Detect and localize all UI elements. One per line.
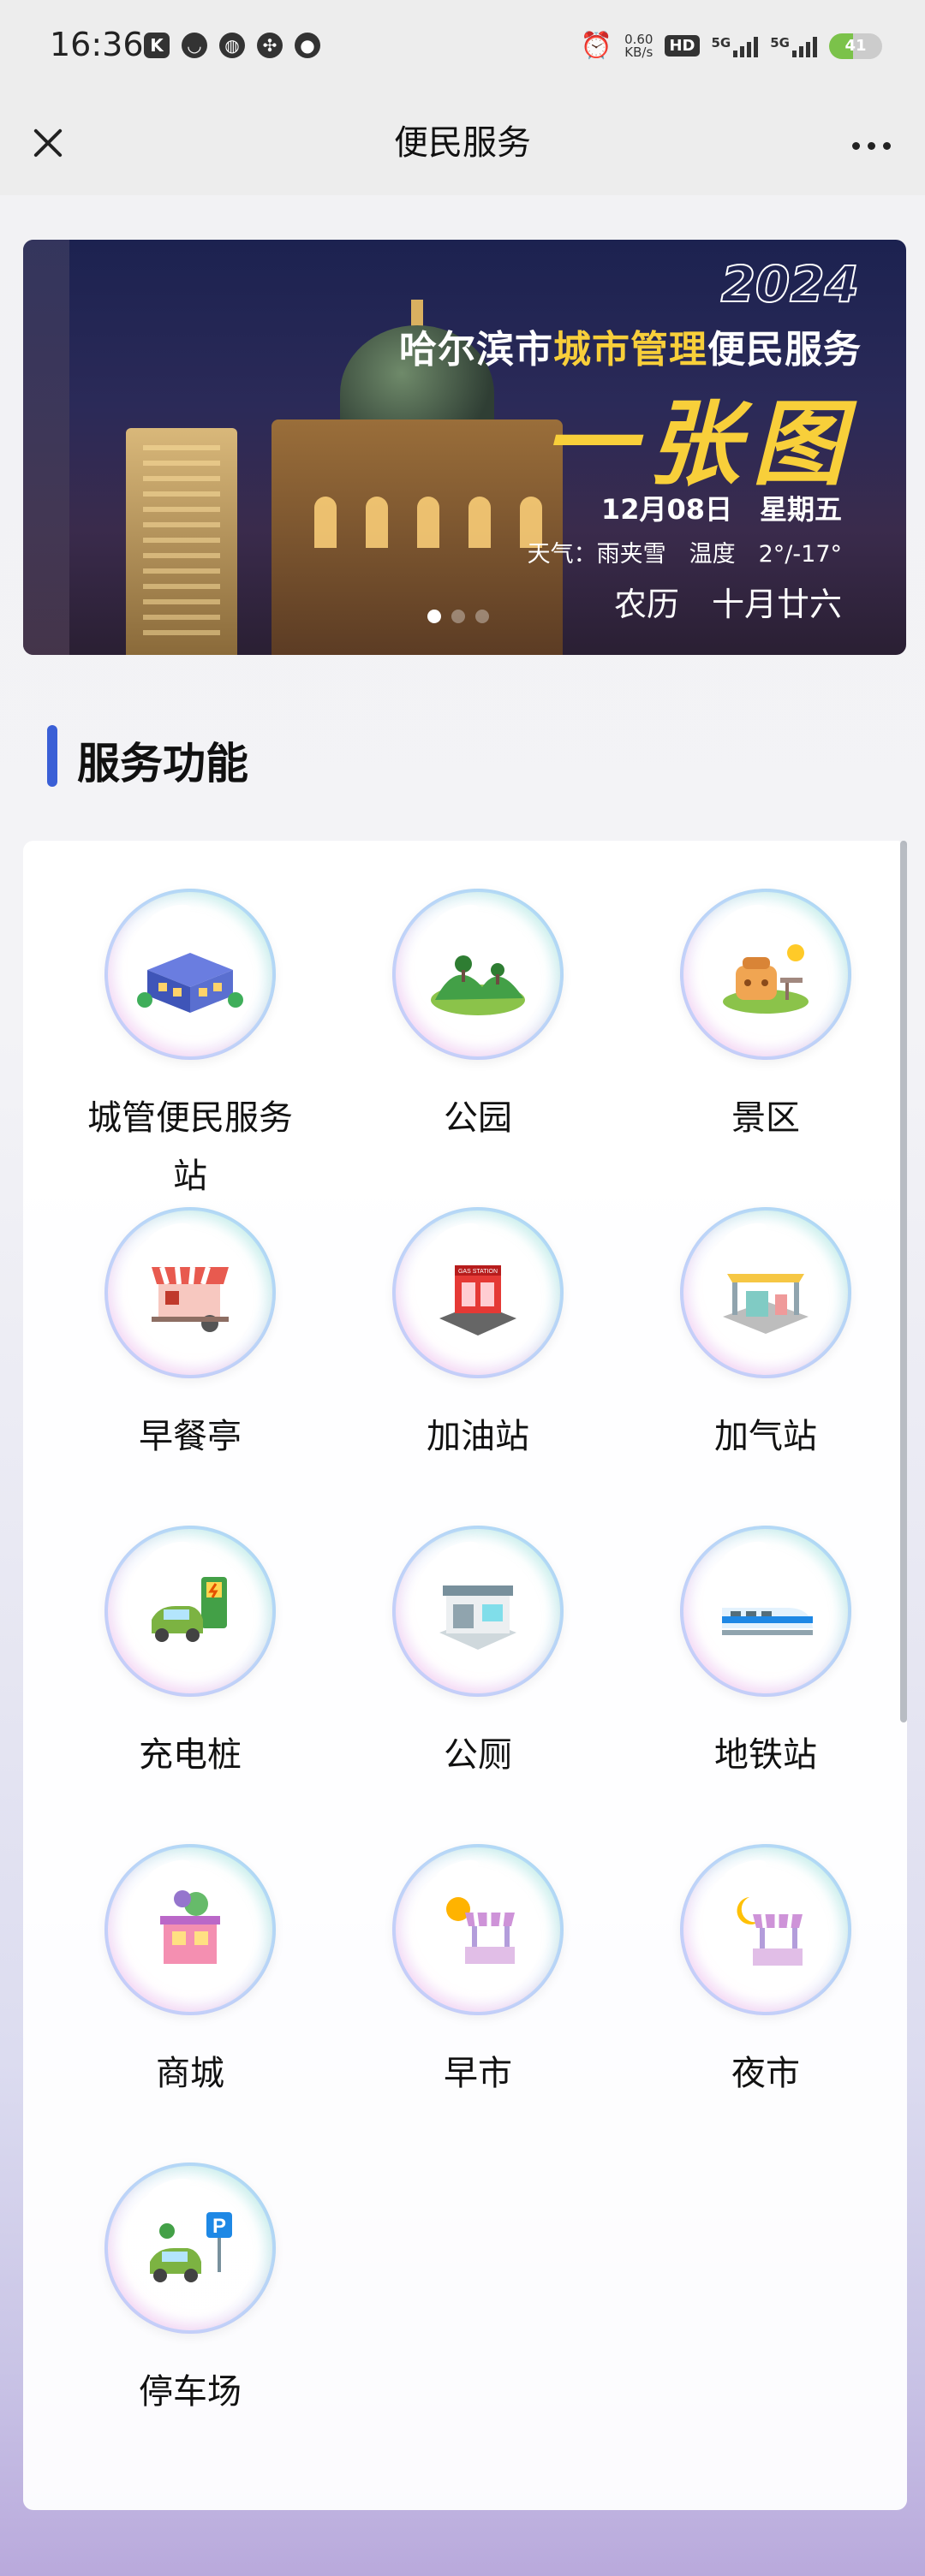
battery-icon: 41 [829, 33, 882, 59]
banner-year: 2024 [720, 254, 860, 314]
service-label: 加气站 [714, 1417, 817, 1456]
carousel-dot[interactable] [451, 610, 465, 623]
service-item-public-toilet[interactable]: 公厕 [341, 1478, 615, 1775]
hd-voice-icon: HD [665, 35, 700, 57]
service-label: 停车场 [139, 2372, 242, 2412]
service-item-scenic-area[interactable]: 景区 [629, 841, 903, 1138]
service-label: 早餐亭 [139, 1417, 242, 1456]
service-item-morning-market[interactable]: 早市 [341, 1796, 615, 2093]
carousel-indicator [427, 610, 489, 623]
gas-station-icon: GAS STATION [439, 1265, 516, 1336]
service-label: 地铁站 [714, 1735, 817, 1775]
public-toilet-icon [439, 1585, 516, 1650]
service-item-gas-station[interactable]: GAS STATION 加油站 [341, 1159, 615, 1456]
service-label: 夜市 [731, 2054, 800, 2093]
service-label: 景区 [731, 1098, 800, 1138]
banner-date: 12月08日 星期五 [600, 493, 842, 526]
banner-weather: 天气：雨夹雪 温度 2°/-17° [527, 541, 842, 568]
banner-prev-slide-edge [23, 240, 69, 655]
charging-pile-icon [152, 1577, 227, 1642]
section-title: 服务功能 [77, 739, 248, 788]
service-label: 加油站 [427, 1417, 529, 1456]
banner-headline: 哈尔滨市城市管理便民服务 [399, 328, 862, 372]
carousel-dot[interactable] [475, 610, 489, 623]
service-item-city-service-station[interactable]: 城管便民服务站 [53, 841, 327, 1196]
system-icons: ⏰ 0.60 KB/s HD 5G 5G 41 [581, 31, 882, 61]
morning-market-icon [446, 1897, 515, 1964]
service-item-parking-lot[interactable]: P 停车场 [53, 2115, 327, 2412]
notification-icons: K ◡ ◍ ✣ ● [144, 33, 320, 58]
park-icon [431, 955, 525, 1015]
status-time: 16:36 [50, 26, 144, 63]
title-bar: 便民服务 [0, 96, 925, 195]
svg-text:P: P [212, 2215, 226, 2238]
service-item-subway-station[interactable]: 地铁站 [629, 1478, 903, 1775]
cup-app-icon: ◡ [182, 33, 207, 58]
network-speed: 0.60 KB/s [624, 31, 653, 60]
banner-big-text: 一张图 [542, 390, 856, 498]
mall-icon [160, 1890, 220, 1964]
service-label: 公厕 [444, 1735, 512, 1775]
service-label: 商城 [156, 2054, 224, 2093]
svg-text:GAS STATION: GAS STATION [458, 1269, 498, 1275]
subway-station-icon [722, 1608, 813, 1635]
more-options-icon[interactable] [843, 122, 899, 170]
service-item-mall[interactable]: 商城 [53, 1796, 327, 2093]
alarm-icon: ⏰ [580, 31, 613, 61]
banner-tower-image [126, 428, 237, 655]
service-item-gas-filling-station[interactable]: 加气站 [629, 1159, 903, 1456]
service-label: 充电桩 [139, 1735, 242, 1775]
message-icon: ● [295, 33, 320, 58]
gas-filling-station-icon [723, 1274, 809, 1334]
night-market-icon [737, 1897, 803, 1966]
signal-5g-icon: 5G [712, 35, 759, 57]
page-title: 便民服务 [394, 123, 531, 163]
service-label: 公园 [444, 1098, 512, 1138]
banner-lunar-date: 农历 十月廿六 [613, 586, 842, 623]
signal-5g-icon-2: 5G [770, 35, 817, 57]
service-station-icon [137, 953, 243, 1013]
banner-carousel[interactable]: 2024 哈尔滨市城市管理便民服务 一张图 12月08日 星期五 天气：雨夹雪 … [23, 240, 906, 655]
service-item-breakfast-kiosk[interactable]: 早餐亭 [53, 1159, 327, 1456]
fan-app-icon: ✣ [257, 33, 283, 58]
browser-app-icon: ◍ [219, 33, 245, 58]
service-item-park[interactable]: 公园 [341, 841, 615, 1138]
service-grid-card: 城管便民服务站 公园 景区 早餐亭 GAS STATION 加油站 加气站 充电… [23, 841, 907, 2510]
scenic-area-icon [723, 944, 809, 1014]
carousel-dot[interactable] [427, 610, 441, 623]
k-app-icon: K [144, 33, 170, 58]
section-accent-bar [47, 725, 57, 787]
service-label: 早市 [444, 2054, 512, 2093]
service-item-charging-pile[interactable]: 充电桩 [53, 1478, 327, 1775]
status-bar: 16:36 K ◡ ◍ ✣ ● ⏰ 0.60 KB/s HD 5G 5G 41 [0, 0, 925, 96]
parking-lot-icon: P [150, 2212, 232, 2282]
breakfast-kiosk-icon [152, 1266, 229, 1332]
service-item-night-market[interactable]: 夜市 [629, 1796, 903, 2093]
